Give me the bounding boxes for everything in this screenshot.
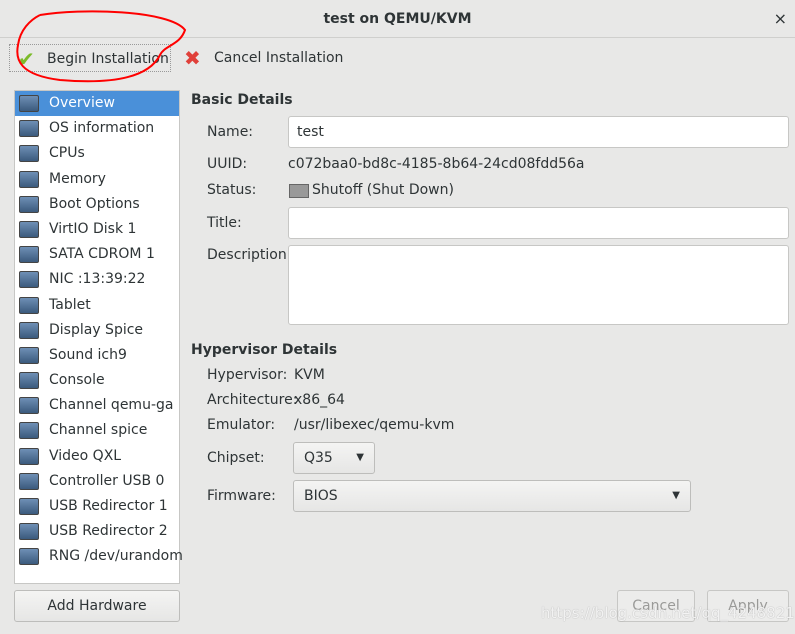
sidebar-item-label: OS information — [49, 120, 155, 137]
sidebar-item-label: Channel spice — [49, 422, 148, 439]
title-input[interactable] — [288, 207, 789, 239]
usb-icon — [19, 523, 39, 541]
cpu-icon — [19, 145, 39, 163]
sidebar-item[interactable]: Display Spice — [15, 318, 179, 343]
sidebar-item[interactable]: Tablet — [15, 293, 179, 318]
status-label: Status: — [207, 182, 257, 198]
sidebar-item[interactable]: OS information — [15, 116, 179, 141]
firmware-value: BIOS — [304, 488, 338, 504]
sidebar-item[interactable]: Video QXL — [15, 444, 179, 469]
disk-icon — [19, 220, 39, 238]
sidebar-item[interactable]: Channel qemu-ga — [15, 393, 179, 418]
sidebar-item-label: Channel qemu-ga — [49, 397, 174, 414]
gears-icon — [19, 548, 39, 566]
add-hardware-button[interactable]: Add Hardware — [14, 590, 180, 622]
cancel-installation-button[interactable]: ✖ Cancel Installation — [184, 44, 343, 72]
monitor-icon — [19, 447, 39, 465]
sidebar-item-label: Tablet — [49, 296, 91, 313]
sidebar-item[interactable]: Sound ich9 — [15, 343, 179, 368]
network-icon — [19, 271, 39, 289]
sidebar-item[interactable]: Channel spice — [15, 418, 179, 443]
sidebar-item-label: RNG /dev/urandom — [49, 548, 183, 565]
monitor-icon — [19, 321, 39, 339]
sidebar-item[interactable]: Memory — [15, 167, 179, 192]
dropdown-arrow-icon: ▼ — [672, 490, 680, 501]
sidebar-item-label: Boot Options — [49, 195, 140, 212]
close-button[interactable]: × — [774, 0, 787, 38]
architecture-label: Architecture: — [207, 392, 298, 408]
monitor-icon — [19, 95, 39, 112]
tablet-icon — [19, 296, 39, 314]
red-annotation-circle — [16, 10, 187, 83]
sidebar-item-label: Memory — [49, 170, 106, 187]
memory-icon — [19, 170, 39, 188]
window-title: test on QEMU/KVM — [323, 11, 472, 27]
name-input[interactable]: test — [288, 116, 789, 148]
sidebar-item-label: USB Redirector 2 — [49, 523, 168, 540]
uuid-value: c072baa0-bd8c-4185-8b64-24cd08fdd56a — [288, 156, 585, 172]
chipset-label: Chipset: — [207, 450, 265, 466]
serial-icon — [19, 397, 39, 415]
emulator-label: Emulator: — [207, 417, 276, 433]
sidebar-item-label: Video QXL — [49, 447, 122, 464]
sidebar-item[interactable]: RNG /dev/urandom — [15, 544, 183, 569]
controller-icon — [19, 472, 39, 490]
sidebar-item[interactable]: USB Redirector 1 — [15, 494, 179, 519]
sidebar-item[interactable]: USB Redirector 2 — [15, 519, 179, 544]
architecture-value: x86_64 — [294, 392, 345, 408]
description-label: Description: — [207, 247, 292, 263]
uuid-label: UUID: — [207, 156, 248, 172]
status-text: Shutoff (Shut Down) — [312, 182, 454, 198]
watermark: https://blog.csdn.net/qq_42488216 — [541, 604, 795, 622]
sidebar-item-label: Console — [49, 372, 105, 389]
sidebar-item-label: VirtIO Disk 1 — [49, 220, 137, 237]
hypervisor-label: Hypervisor: — [207, 367, 288, 383]
dropdown-arrow-icon: ▼ — [356, 452, 364, 463]
hypervisor-value: KVM — [294, 367, 325, 383]
cdrom-icon — [19, 246, 39, 264]
status-value: Shutoff (Shut Down) — [288, 182, 454, 198]
sidebar-item[interactable]: Overview — [15, 91, 179, 117]
sidebar-item-label: USB Redirector 1 — [49, 498, 168, 514]
sidebar-item[interactable]: Console — [15, 368, 179, 393]
sidebar-item-label: SATA CDROM 1 — [49, 246, 155, 263]
gears-icon — [19, 195, 39, 213]
chipset-value: Q35 — [304, 450, 333, 466]
sidebar-item-label: Overview — [49, 95, 115, 111]
title-label: Title: — [207, 215, 242, 231]
shutoff-monitor-icon — [289, 184, 309, 198]
firmware-dropdown[interactable]: BIOS ▼ — [293, 480, 691, 512]
sidebar-item-label: Display Spice — [49, 321, 144, 338]
name-label: Name: — [207, 124, 254, 140]
sidebar-item[interactable]: Controller USB 0 — [15, 469, 179, 494]
sidebar-item[interactable]: VirtIO Disk 1 — [15, 217, 179, 242]
description-textarea[interactable] — [288, 245, 789, 325]
sidebar-item[interactable]: SATA CDROM 1 — [15, 242, 179, 267]
usb-icon — [19, 498, 39, 515]
sidebar-item[interactable]: CPUs — [15, 141, 179, 166]
serial-icon — [19, 372, 39, 390]
sound-card-icon — [19, 346, 39, 364]
sidebar-item-label: NIC :13:39:22 — [49, 271, 146, 288]
sidebar-item-label: Sound ich9 — [49, 346, 127, 363]
sidebar-item[interactable]: NIC :13:39:22 — [15, 267, 179, 292]
cancel-label: Cancel Installation — [214, 50, 344, 66]
sidebar-item-label: Controller USB 0 — [49, 472, 165, 489]
emulator-value: /usr/libexec/qemu-kvm — [294, 417, 455, 433]
hypervisor-details-heading: Hypervisor Details — [191, 342, 338, 358]
basic-details-heading: Basic Details — [191, 92, 293, 108]
chipset-dropdown[interactable]: Q35 ▼ — [293, 442, 375, 474]
monitor-icon — [19, 120, 39, 138]
serial-icon — [19, 422, 39, 440]
sidebar-item[interactable]: Boot Options — [15, 192, 179, 217]
hardware-list[interactable]: Overview OS information CPUs Memory Boot Opt… — [14, 90, 183, 584]
sidebar-item-label: CPUs — [49, 145, 85, 162]
firmware-label: Firmware: — [207, 488, 276, 504]
